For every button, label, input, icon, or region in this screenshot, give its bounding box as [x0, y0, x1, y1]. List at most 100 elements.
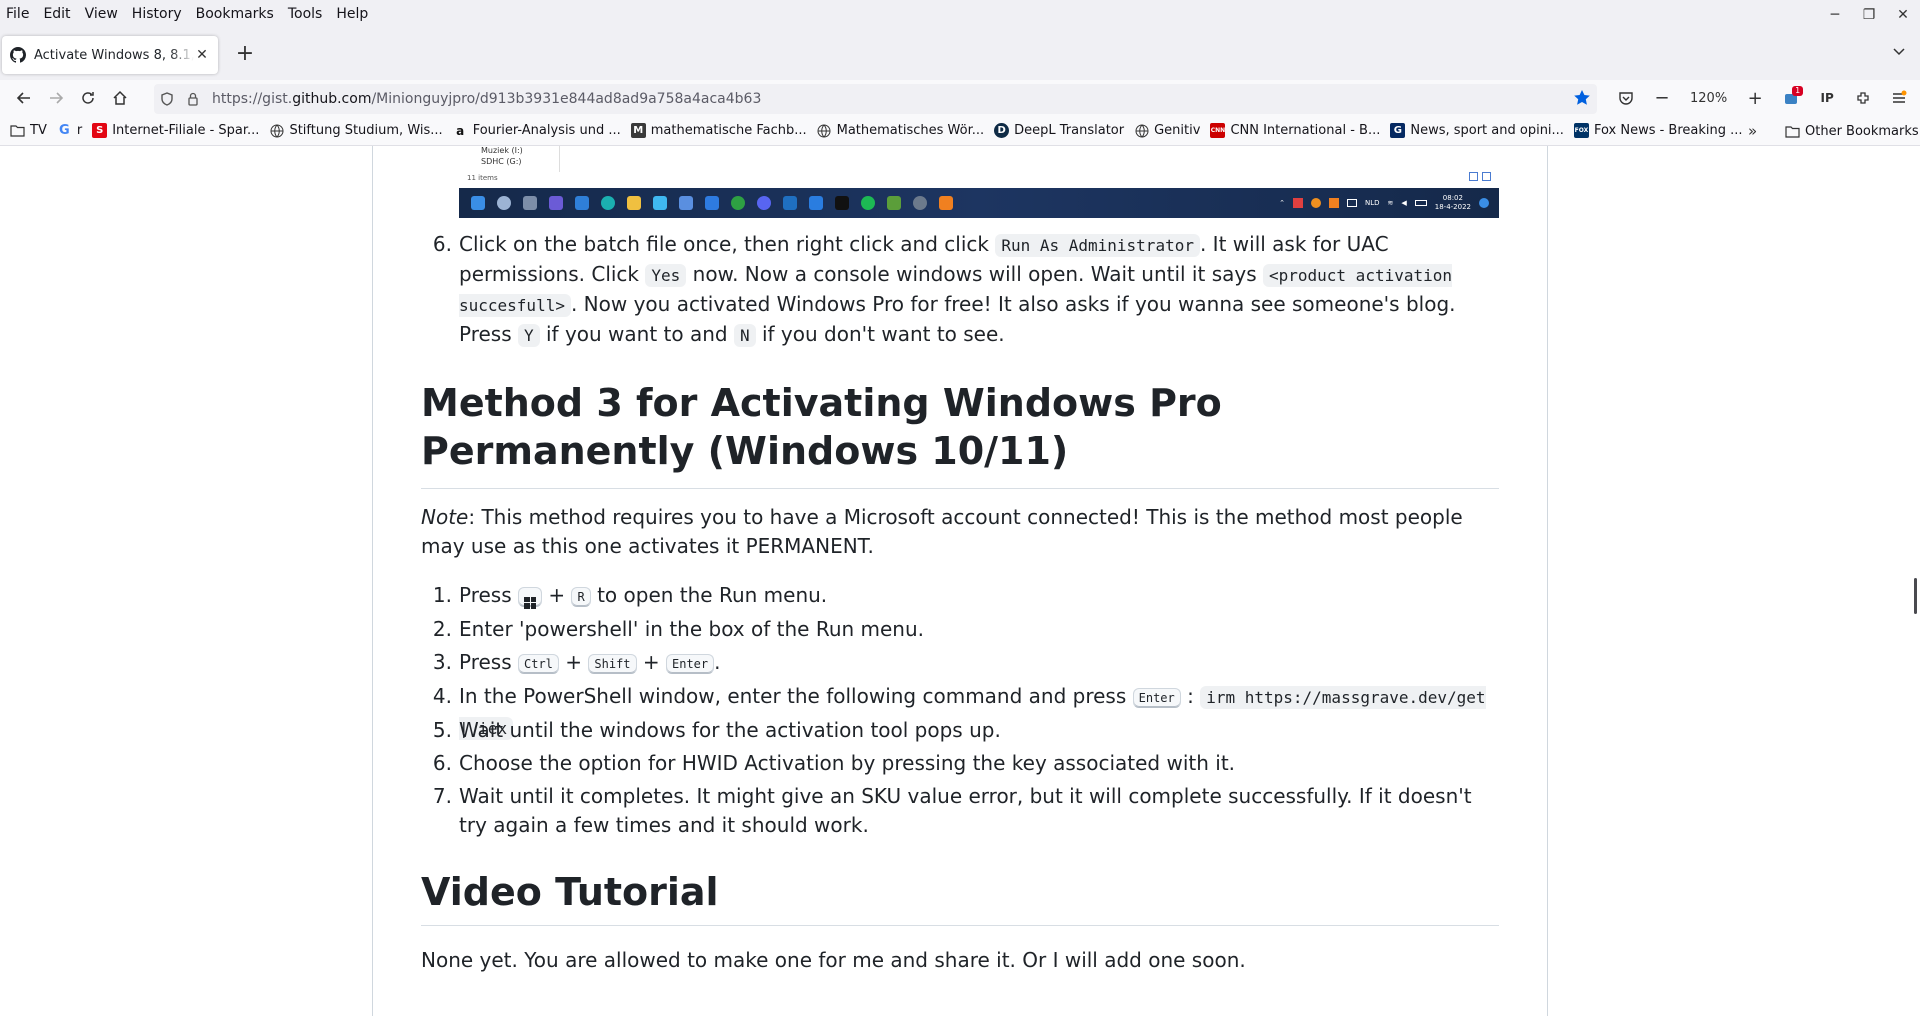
tab-title: Activate Windows 8, 8.1, 10 — [34, 47, 194, 63]
code-yes: Yes — [645, 264, 687, 287]
folder-icon — [10, 123, 25, 138]
video-paragraph: None yet. You are allowed to make one fo… — [421, 948, 1246, 972]
globe-icon — [817, 123, 832, 138]
bookmark-guardian[interactable]: G News, sport and opini... — [1385, 123, 1569, 138]
url-text: https://gist.github.com/Minionguyjpro/d9… — [212, 91, 762, 107]
book-icon: M — [630, 123, 646, 138]
folder-icon — [1785, 124, 1800, 139]
new-tab-button[interactable]: + — [232, 42, 258, 68]
view-toggle-icons — [1469, 172, 1491, 181]
bookmarks-toolbar: TV G r S Internet-Filiale - Spar... Stif… — [0, 116, 1920, 146]
explorer-icon — [627, 196, 641, 210]
list-item-step3: 3. Press Ctrl + Shift + Enter. — [432, 650, 721, 674]
kbd-ctrl: Ctrl — [518, 654, 559, 674]
forward-icon[interactable] — [40, 82, 72, 114]
mail-icon — [575, 196, 589, 210]
tray-chevron-icon: ⌃ — [1279, 199, 1285, 207]
bookmark-star-icon[interactable] — [1573, 89, 1591, 111]
scrollbar-thumb[interactable] — [1914, 578, 1917, 614]
note-paragraph: Note: This method requires you to have a… — [421, 505, 1463, 558]
zoom-in-button[interactable]: + — [1737, 82, 1773, 114]
bookmark-tv[interactable]: TV — [0, 123, 52, 138]
kbd-shift: Shift — [588, 654, 637, 674]
bookmarks-overflow-icon[interactable]: » — [1748, 116, 1757, 146]
drive-muziek: Muziek (I:) — [481, 146, 523, 155]
kbd-windows-key — [518, 587, 542, 609]
github-icon — [10, 47, 26, 63]
explorer-window-image: Muziek (I:) SDHC (G:) 11 items — [459, 146, 1499, 188]
list-all-tabs-icon[interactable] — [1892, 44, 1906, 62]
bookmark-cnn[interactable]: CNN CNN International - B... — [1205, 123, 1385, 138]
restore-button[interactable]: ❐ — [1852, 0, 1886, 28]
download-icon — [653, 196, 667, 210]
teams-icon — [549, 196, 563, 210]
reload-icon[interactable] — [72, 82, 104, 114]
tray-language: NLD — [1364, 199, 1380, 207]
ip-extension-icon[interactable]: IP — [1809, 82, 1845, 114]
list-item-step2: 2. Enter 'powershell' in the box of the … — [432, 617, 925, 641]
bookmark-stiftung[interactable]: Stiftung Studium, Wis... — [264, 123, 447, 138]
tray-vlc-icon — [1328, 198, 1339, 208]
kbd-enter: Enter — [1132, 688, 1181, 708]
code-run-as-admin: Run As Administrator — [995, 234, 1200, 257]
embedded-screenshot: Muziek (I:) SDHC (G:) 11 items ⌃ NLD ≋ ◀… — [459, 146, 1499, 218]
app2-icon — [809, 196, 823, 210]
minimize-button[interactable]: ─ — [1818, 0, 1852, 28]
deepl-icon: D — [994, 123, 1010, 138]
bookmark-sparkasse[interactable]: S Internet-Filiale - Spar... — [87, 123, 264, 138]
drive-sdhc: SDHC (G:) — [481, 157, 522, 166]
battery-icon — [1414, 200, 1427, 206]
list-item-step1: 1. Press + R to open the Run menu. — [432, 583, 828, 609]
tab-close-icon[interactable]: ✕ — [194, 47, 210, 63]
menu-bookmarks[interactable]: Bookmarks — [189, 0, 281, 28]
tray-keyboard-icon — [1346, 199, 1357, 207]
extensions-icon[interactable] — [1845, 82, 1881, 114]
vlc-icon — [939, 196, 953, 210]
tray-icon — [1310, 198, 1321, 208]
system-tray: ⌃ NLD ≋ ◀ 08:02 18-4-2022 — [1279, 188, 1489, 218]
address-bar[interactable]: https://gist.github.com/Minionguyjpro/d9… — [154, 84, 1597, 114]
menu-help[interactable]: Help — [329, 0, 375, 28]
bookmark-foxnews[interactable]: FOX Fox News - Breaking ... — [1569, 123, 1748, 138]
menu-file[interactable]: File — [0, 0, 36, 28]
zoom-level[interactable]: 120% — [1680, 91, 1737, 106]
menu-edit[interactable]: Edit — [36, 0, 77, 28]
lock-icon[interactable] — [180, 92, 206, 106]
menu-view[interactable]: View — [78, 0, 125, 28]
back-icon[interactable] — [8, 82, 40, 114]
bookmark-google[interactable]: G r — [52, 123, 87, 138]
xbox-icon — [731, 196, 745, 210]
step-list-method3: 1. Press + R to open the Run menu. 2. En… — [421, 581, 1499, 840]
other-bookmarks[interactable]: Other Bookmarks — [1780, 116, 1920, 146]
zoom-out-button[interactable]: ─ — [1644, 82, 1680, 114]
tracking-protection-icon[interactable] — [154, 92, 180, 106]
bookmark-woerterbuch[interactable]: Mathematisches Wör... — [812, 123, 990, 138]
tab-active[interactable]: Activate Windows 8, 8.1, 10 ✕ — [2, 36, 218, 74]
list-item-step7: 7. Wait until it completes. It might giv… — [432, 784, 1472, 837]
list-item-step6: 6. Choose the option for HWID Activation… — [432, 751, 1236, 775]
terminal-icon — [835, 196, 849, 210]
bookmark-genitiv[interactable]: Genitiv — [1129, 123, 1205, 138]
app-icon — [783, 196, 797, 210]
page-content: Muziek (I:) SDHC (G:) 11 items ⌃ NLD ≋ ◀… — [0, 146, 1920, 1016]
extension-badge-icon[interactable]: 1 — [1773, 82, 1809, 114]
code-n: N — [733, 324, 756, 347]
taskview-icon — [523, 196, 537, 210]
pocket-icon[interactable] — [1608, 82, 1644, 114]
tab-bar: Activate Windows 8, 8.1, 10 ✕ + — [0, 28, 1920, 80]
bookmark-mathematische[interactable]: M mathematische Fachb... — [626, 123, 812, 138]
bookmark-deepl[interactable]: D DeepL Translator — [989, 123, 1129, 138]
bookmark-fourier[interactable]: a Fourier-Analysis und ... — [448, 123, 626, 138]
steam-icon — [913, 196, 927, 210]
menu-history[interactable]: History — [125, 0, 189, 28]
menu-bar: File Edit View History Bookmarks Tools H… — [0, 0, 1920, 28]
outlook-icon — [705, 196, 719, 210]
menu-tools[interactable]: Tools — [281, 0, 330, 28]
store-icon — [679, 196, 693, 210]
globe-icon — [269, 123, 284, 138]
tray-icon — [1292, 198, 1303, 208]
app-menu-icon[interactable] — [1881, 82, 1917, 114]
close-window-button[interactable]: ✕ — [1886, 0, 1920, 28]
spotify-icon — [861, 196, 875, 210]
home-icon[interactable] — [104, 82, 136, 114]
